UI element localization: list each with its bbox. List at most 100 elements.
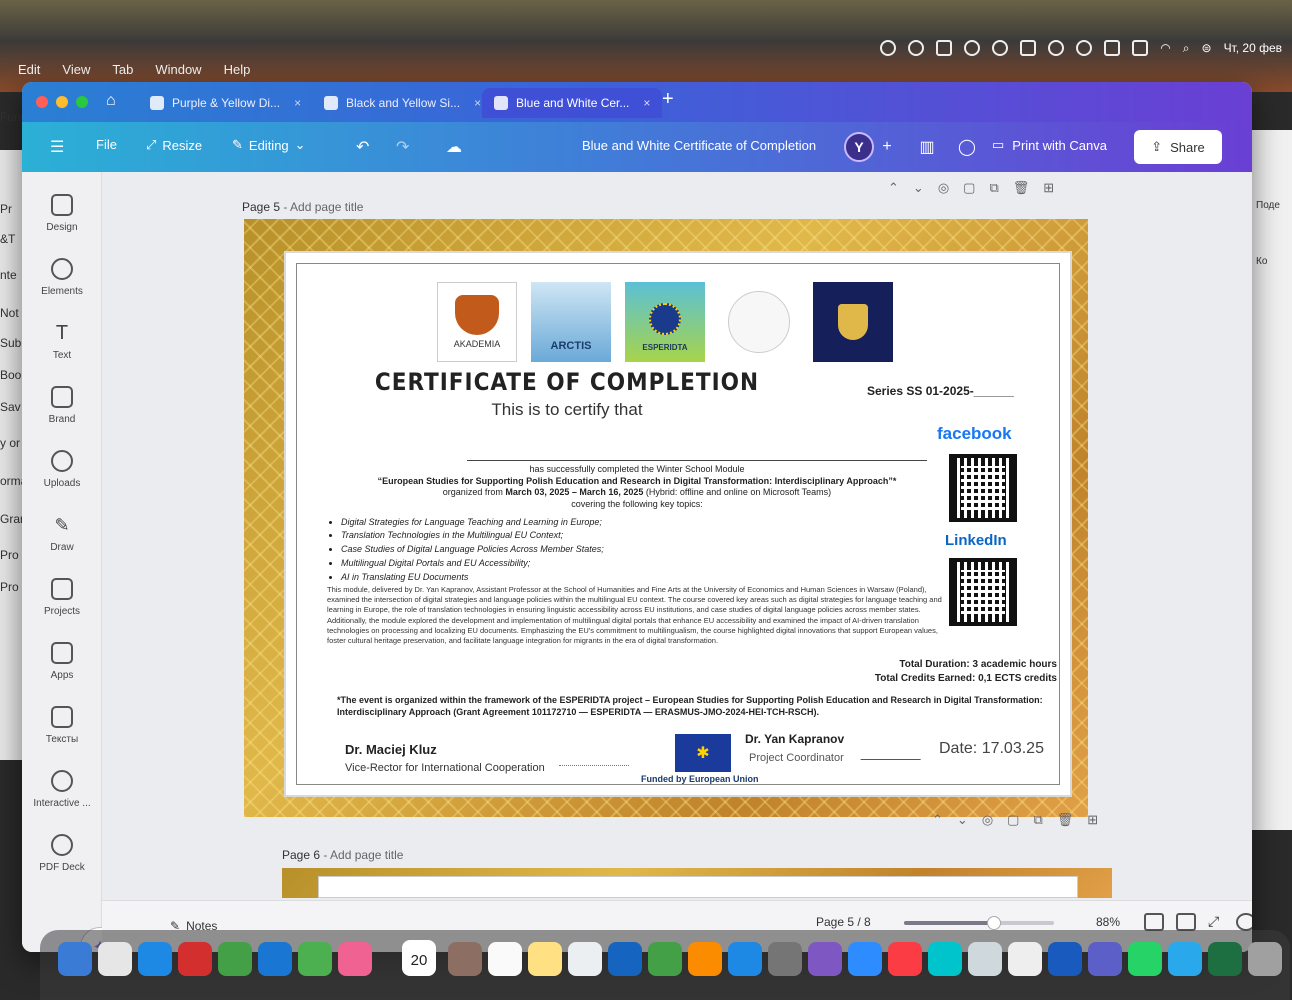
sidebar-item-draw[interactable]: ✎ Draw — [22, 514, 102, 553]
vpn-status-icon[interactable] — [992, 40, 1009, 56]
sidebar-item-interactive[interactable]: Interactive ... — [22, 770, 102, 809]
contacts-dock-icon[interactable] — [448, 942, 482, 976]
sidebar-item-text[interactable]: T Text — [22, 322, 102, 361]
safari-dock-icon[interactable] — [138, 942, 172, 976]
signer-2-role[interactable]: Project Coordinator — [749, 752, 844, 764]
cloud-saved-icon[interactable]: ☁ — [446, 137, 462, 157]
zoom-window-button[interactable] — [76, 96, 88, 108]
lock-icon[interactable]: ▢ — [1007, 812, 1019, 828]
menu-tab[interactable]: Tab — [112, 62, 133, 77]
lock-icon[interactable]: ▢ — [963, 180, 975, 196]
excel-dock-icon[interactable] — [1208, 942, 1242, 976]
certificate-title[interactable]: CERTIFICATE OF COMPLETION — [297, 368, 837, 396]
duplicate-icon[interactable]: ⧉ — [989, 180, 998, 196]
grid-view-icon[interactable] — [1176, 913, 1196, 931]
menu-hamburger-icon[interactable]: ☰ — [50, 137, 64, 157]
insights-chart-icon[interactable]: ▥ — [914, 134, 940, 160]
zoom-slider-handle[interactable] — [987, 916, 1001, 930]
app-store-dock-icon[interactable] — [728, 942, 762, 976]
page-5-canvas[interactable]: AKADEMIA ARCTIS ESPERIDTA CERTIFICATE OF… — [244, 219, 1088, 817]
word-dock-icon[interactable] — [1048, 942, 1082, 976]
page-5-title[interactable]: Page 5 - Add page title — [242, 200, 363, 214]
esperidta-logo[interactable]: ESPERIDTA — [625, 282, 705, 362]
play-status-icon[interactable] — [1076, 40, 1093, 56]
signer-1-name[interactable]: Dr. Maciej Kluz — [345, 742, 437, 757]
duplicate-icon[interactable]: ⧉ — [1033, 812, 1042, 828]
signature-stamp-image[interactable] — [559, 740, 629, 766]
move-up-icon[interactable]: ⌃ — [888, 180, 899, 196]
menubar-clock[interactable]: Чт, 20 фев — [1224, 41, 1282, 55]
search-icon[interactable]: ⌕ — [1183, 41, 1190, 56]
certificate-body[interactable]: has successfully completed the Winter Sc… — [327, 464, 947, 646]
close-tab-icon[interactable]: × — [474, 96, 481, 110]
freeform-dock-icon[interactable] — [568, 942, 602, 976]
zoom-slider[interactable] — [904, 916, 1054, 930]
minimize-window-button[interactable] — [56, 96, 68, 108]
trash-dock-icon[interactable] — [1248, 942, 1282, 976]
undo-icon[interactable]: ↶ — [356, 137, 369, 157]
facebook-qr-code[interactable] — [949, 454, 1017, 522]
settings-dock-icon[interactable] — [768, 942, 802, 976]
eu-flag-icon[interactable]: ✱ — [675, 734, 731, 772]
page-6-canvas[interactable] — [282, 868, 1112, 898]
music-dock-icon[interactable] — [888, 942, 922, 976]
ukrainian-academic-center-logo[interactable] — [728, 291, 790, 353]
textedit-dock-icon[interactable] — [1008, 942, 1042, 976]
move-down-icon[interactable]: ⌄ — [957, 812, 968, 828]
print-with-canva-button[interactable]: ▭ Print with Canva — [992, 137, 1107, 153]
funded-by-eu[interactable]: Funded by European Union — [641, 774, 759, 784]
keynote-dock-icon[interactable] — [608, 942, 642, 976]
sidebar-item-elements[interactable]: Elements — [22, 258, 102, 297]
app-status-icon[interactable] — [936, 40, 953, 56]
hide-page-icon[interactable]: ◎ — [938, 180, 949, 196]
close-tab-icon[interactable]: × — [643, 96, 650, 110]
tab-purple-yellow[interactable]: Purple & Yellow Di... × — [138, 88, 313, 118]
sync-status-icon[interactable] — [964, 40, 981, 56]
input-language-icon[interactable] — [1104, 40, 1121, 56]
totals-block[interactable]: Total Duration: 3 academic hours Total C… — [857, 658, 1057, 685]
delete-icon[interactable]: 🗑 — [1013, 180, 1030, 196]
menu-view[interactable]: View — [62, 62, 90, 77]
sidebar-item-apps[interactable]: Apps — [22, 642, 102, 681]
finder-dock-icon[interactable] — [58, 942, 92, 976]
series-number[interactable]: Series SS 01-2025-______ — [867, 384, 1014, 398]
photos-dock-icon[interactable] — [338, 942, 372, 976]
project-footnote[interactable]: *The event is organized within the frame… — [337, 694, 1057, 718]
linkedin-label[interactable]: LinkedIn — [945, 532, 1007, 549]
move-up-icon[interactable]: ⌃ — [932, 812, 943, 828]
certificate-subtitle[interactable]: This is to certify that — [297, 400, 837, 420]
fullscreen-icon[interactable]: ⤢ — [1208, 913, 1228, 931]
launchpad-dock-icon[interactable] — [98, 942, 132, 976]
shield-logo[interactable] — [813, 282, 893, 362]
arctis-logo[interactable]: ARCTIS — [531, 282, 611, 362]
facebook-label[interactable]: facebook — [937, 424, 1012, 444]
user-avatar[interactable]: Y — [844, 132, 874, 162]
page-6-title[interactable]: Page 6 - Add page title — [282, 848, 403, 862]
close-tab-icon[interactable]: × — [294, 96, 301, 110]
whatsapp-dock-icon[interactable] — [1128, 942, 1162, 976]
zoom-level[interactable]: 88% — [1096, 915, 1120, 929]
preview-dock-icon[interactable] — [968, 942, 1002, 976]
keyboard-status-icon[interactable] — [1020, 40, 1037, 56]
add-collaborator-icon[interactable]: + — [874, 134, 900, 160]
new-tab-icon[interactable]: + — [662, 88, 674, 111]
viber-dock-icon[interactable] — [808, 942, 842, 976]
zoom-status-icon[interactable] — [880, 40, 897, 56]
certificate[interactable]: AKADEMIA ARCTIS ESPERIDTA CERTIFICATE OF… — [284, 251, 1072, 797]
telegram-dock-icon[interactable] — [1168, 942, 1202, 976]
telegram-status-icon[interactable] — [908, 40, 925, 56]
signer-2-name[interactable]: Dr. Yan Kapranov — [745, 732, 844, 746]
menu-edit[interactable]: Edit — [18, 62, 40, 77]
pages-dock-icon[interactable] — [688, 942, 722, 976]
document-title[interactable]: Blue and White Certificate of Completion — [582, 138, 816, 153]
sidebar-item-brand[interactable]: Brand — [22, 386, 102, 425]
home-icon[interactable]: ⌂ — [106, 92, 126, 112]
add-page-icon[interactable]: ⊞ — [1087, 812, 1098, 828]
mail-dock-icon[interactable] — [258, 942, 292, 976]
akademia-logo[interactable]: AKADEMIA — [437, 282, 517, 362]
add-page-icon[interactable]: ⊞ — [1043, 180, 1054, 196]
share-button[interactable]: ⇪ Share — [1134, 130, 1222, 164]
signature-image[interactable] — [860, 724, 934, 760]
canva-dock-icon[interactable] — [928, 942, 962, 976]
tab-black-yellow[interactable]: Black and Yellow Si... × — [312, 88, 493, 118]
